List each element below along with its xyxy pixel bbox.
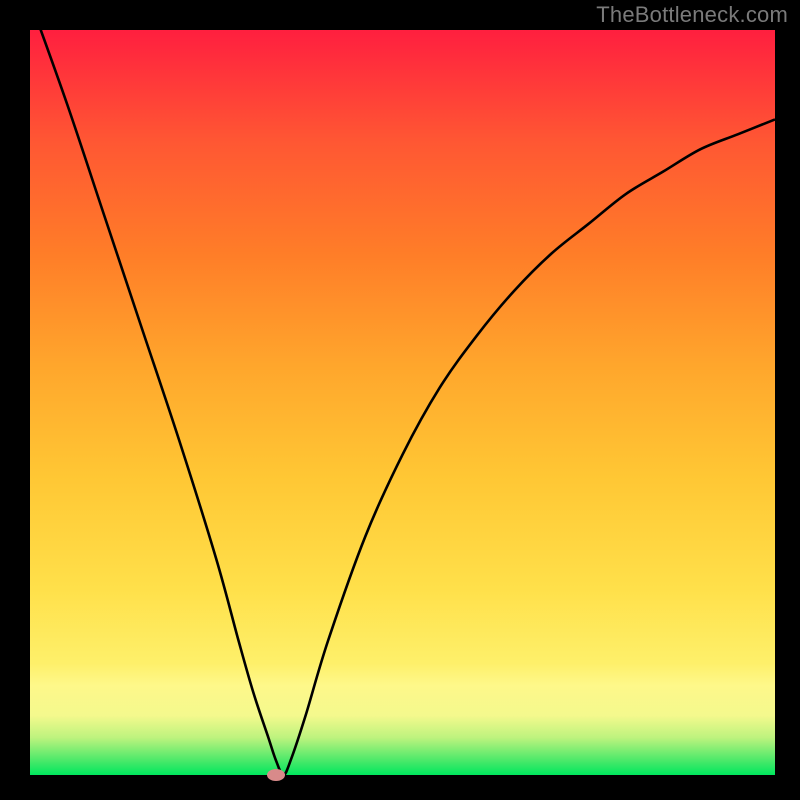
curve-svg bbox=[30, 30, 775, 775]
plot-area bbox=[30, 30, 775, 775]
bottleneck-curve bbox=[30, 0, 775, 775]
minimum-marker bbox=[267, 769, 285, 781]
chart-frame: TheBottleneck.com bbox=[0, 0, 800, 800]
watermark-text: TheBottleneck.com bbox=[596, 2, 788, 28]
